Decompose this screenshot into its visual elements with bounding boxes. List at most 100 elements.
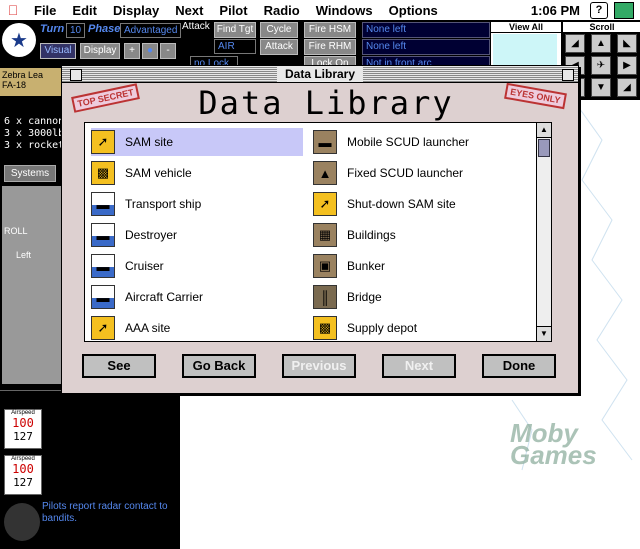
dot-button[interactable]: ● (142, 43, 158, 59)
menu-options[interactable]: Options (381, 3, 446, 18)
scud-fixed-icon: ▲ (313, 161, 337, 185)
radio-message: Pilots report radar contact to bandits. (42, 501, 168, 524)
list-item[interactable]: ➚ Shut-down SAM site (313, 190, 533, 218)
loadout-line: 3 x rocket (4, 140, 65, 151)
list-item-label: Mobile SCUD launcher (347, 135, 470, 149)
rhm-status: None left (362, 39, 490, 55)
cruiser-icon: ▬ (91, 254, 115, 278)
hsm-status: None left (362, 22, 490, 38)
center-plane-icon[interactable]: ✈ (591, 56, 611, 75)
menu-file[interactable]: File (26, 3, 64, 18)
airspeed-value: 127 (13, 430, 33, 443)
bunker-icon: ▣ (313, 254, 337, 278)
aaa-icon: ➚ (91, 316, 115, 340)
phase-value: Advantaged (120, 23, 182, 38)
zoom-box-icon[interactable] (562, 69, 574, 81)
menu-edit[interactable]: Edit (64, 3, 105, 18)
fire-hsm-button[interactable]: Fire HSM (304, 22, 356, 38)
library-header: TOP SECRET Data Library EYES ONLY (66, 82, 574, 122)
list-item[interactable]: ▩ SAM vehicle (91, 159, 303, 187)
attack-button[interactable]: Attack (260, 39, 298, 55)
scroll-up-arrow-icon[interactable]: ▲ (537, 123, 551, 138)
list-item[interactable]: ▦ Buildings (313, 221, 533, 249)
roll-label: ROLL (4, 226, 28, 236)
library-heading: Data Library (198, 84, 454, 122)
left-label: Left (16, 250, 32, 260)
list-item[interactable]: ▬ Aircraft Carrier (91, 283, 303, 311)
app-menu-icon[interactable] (614, 2, 634, 19)
list-item-label: Fixed SCUD launcher (347, 166, 464, 180)
top-secret-stamp: TOP SECRET (71, 83, 141, 113)
scroll-up-right-icon[interactable]: ◣ (617, 34, 637, 53)
menu-windows[interactable]: Windows (308, 3, 381, 18)
scroll-down-arrow-icon[interactable]: ▼ (537, 326, 551, 341)
scroll-thumb[interactable] (538, 139, 550, 157)
visual-button[interactable]: Visual (40, 43, 76, 59)
list-item-label: Destroyer (125, 228, 178, 242)
list-item[interactable]: ➚ SAM site (91, 128, 303, 156)
loadout-line: 6 x cannon (4, 116, 65, 127)
airspeed-gauge: Airspeed 100 127 (4, 455, 42, 495)
list-item-label: Supply depot (347, 321, 418, 335)
systems-button[interactable]: Systems (4, 165, 56, 182)
sam-vehicle-icon: ▩ (91, 161, 115, 185)
turn-value: 10 (66, 23, 86, 38)
oil-drum-icon: ▩ (313, 316, 337, 340)
help-icon[interactable]: ? (590, 2, 608, 19)
instrument-panel: Airspeed 100 127 Airspeed 100 127 Pilots… (0, 390, 180, 549)
list-item[interactable]: ▣ Bunker (313, 252, 533, 280)
list-item-label: Aircraft Carrier (125, 290, 204, 304)
scud-truck-icon: ▬ (313, 130, 337, 154)
view-all-title: View All (491, 22, 561, 33)
close-box-icon[interactable] (70, 69, 82, 81)
done-button[interactable]: Done (482, 354, 556, 378)
see-button[interactable]: See (82, 354, 156, 378)
list-item[interactable]: ▬ Destroyer (91, 221, 303, 249)
menu-bar:  File Edit Display Next Pilot Radio Win… (0, 0, 640, 21)
menu-next[interactable]: Next (167, 3, 211, 18)
scroll-down-right-icon[interactable]: ◢ (617, 78, 637, 97)
list-item[interactable]: ➚ AAA site (91, 314, 303, 341)
broken-missile-icon: ➚ (313, 192, 337, 216)
scroll-right-icon[interactable]: ▶ (617, 56, 637, 75)
missile-icon: ➚ (91, 130, 115, 154)
list-item-label: Cruiser (125, 259, 164, 273)
attack-label: Attack (182, 21, 210, 32)
menu-pilot[interactable]: Pilot (211, 3, 255, 18)
zoom-in-button[interactable]: + (124, 43, 140, 59)
data-library-window: Data Library TOP SECRET Data Library EYE… (61, 65, 579, 394)
find-target-button[interactable]: Find Tgt (214, 22, 256, 38)
fire-rhm-button[interactable]: Fire RHM (304, 39, 356, 55)
zoom-out-button[interactable]: - (160, 43, 176, 59)
menu-radio[interactable]: Radio (256, 3, 308, 18)
aircraft-card[interactable]: Zebra Lea FA-18 (0, 68, 62, 96)
roll-gauge: ROLL Left (2, 186, 62, 384)
menu-display[interactable]: Display (105, 3, 167, 18)
scroll-down-icon[interactable]: ▼ (591, 78, 611, 97)
previous-button[interactable]: Previous (282, 354, 356, 378)
transport-ship-icon: ▬ (91, 192, 115, 216)
list-item[interactable]: ▬ Cruiser (91, 252, 303, 280)
airspeed-limit: 100 (12, 416, 34, 430)
list-item[interactable]: ▲ Fixed SCUD launcher (313, 159, 533, 187)
go-back-button[interactable]: Go Back (182, 354, 256, 378)
list-item[interactable]: ║ Bridge (313, 283, 533, 311)
window-titlebar[interactable]: Data Library (62, 66, 578, 83)
list-item[interactable]: ▬ Mobile SCUD launcher (313, 128, 533, 156)
dashboard: ★ Turn 10 Phase Advantaged Visual Displa… (0, 21, 490, 72)
list-item-label: Transport ship (125, 197, 202, 211)
list-item[interactable]: ▩ Supply depot (313, 314, 533, 341)
menu-clock: 1:06 PM (530, 3, 580, 18)
list-item-label: Shut-down SAM site (347, 197, 456, 211)
destroyer-icon: ▬ (91, 223, 115, 247)
library-list[interactable]: ➚ SAM site ▩ SAM vehicle ▬ Transport shi… (84, 122, 552, 342)
scroll-up-icon[interactable]: ▲ (591, 34, 611, 53)
us-roundel-icon: ★ (2, 23, 36, 57)
next-button[interactable]: Next (382, 354, 456, 378)
list-scrollbar[interactable]: ▲ ▼ (536, 123, 551, 341)
display-button[interactable]: Display (80, 43, 120, 59)
scroll-up-left-icon[interactable]: ◢ (565, 34, 585, 53)
apple-menu-icon[interactable]:  (0, 2, 26, 18)
list-item[interactable]: ▬ Transport ship (91, 190, 303, 218)
cycle-button[interactable]: Cycle (260, 22, 298, 38)
